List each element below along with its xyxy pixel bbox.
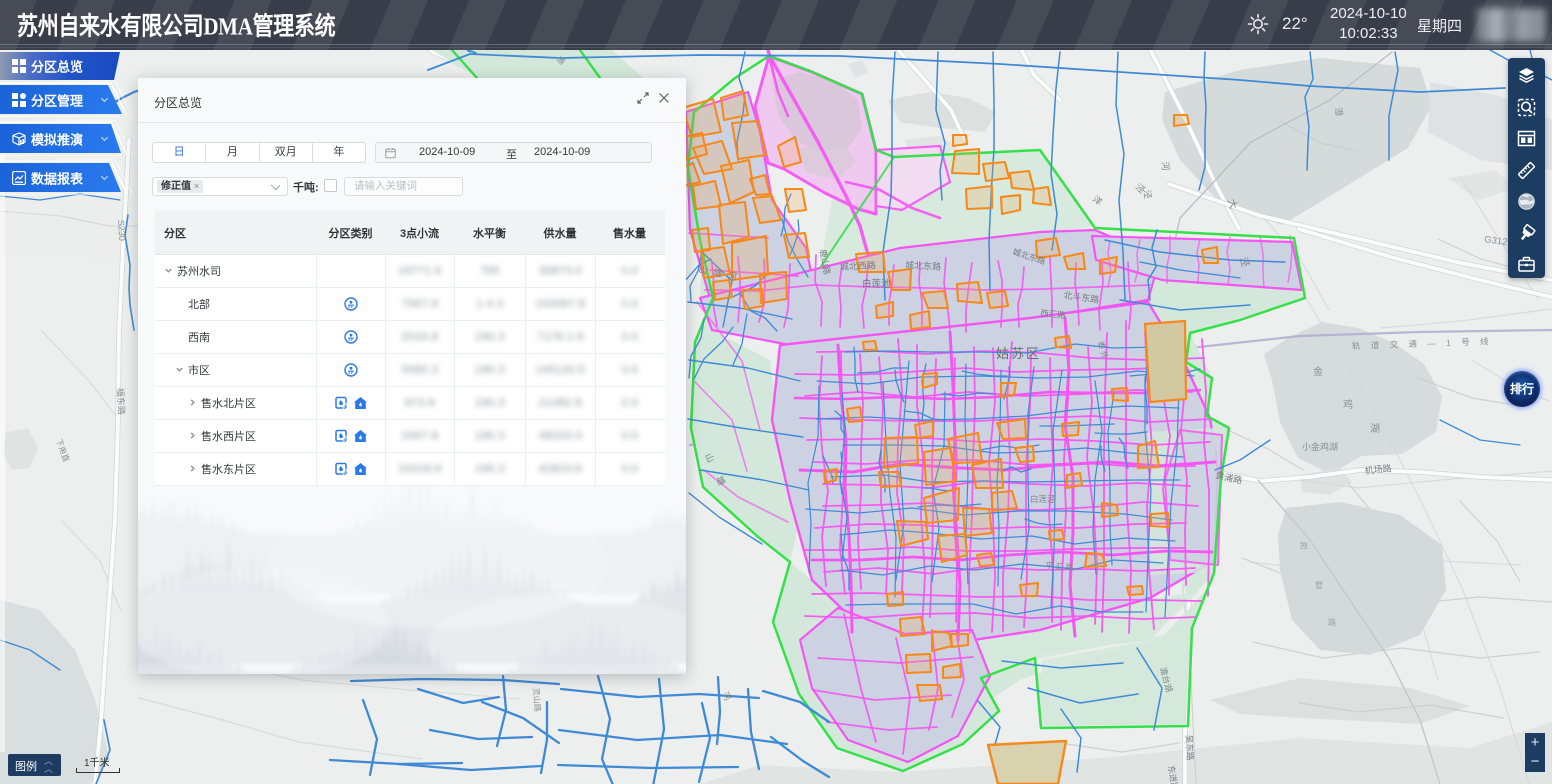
svg-text:G312: G312: [1484, 234, 1509, 248]
svg-text:小金鸡湖: 小金鸡湖: [1302, 441, 1338, 452]
svg-text:泾: 泾: [1142, 189, 1154, 199]
svg-text:灵山路: 灵山路: [531, 687, 543, 712]
svg-text:独: 独: [1300, 540, 1308, 550]
svg-text:吴东路: 吴东路: [1184, 735, 1195, 761]
svg-text:下甪直: 下甪直: [54, 437, 72, 463]
svg-text:城北西路: 城北西路: [840, 259, 877, 272]
svg-text:机场路: 机场路: [1364, 462, 1392, 476]
svg-text:路: 路: [1328, 617, 1336, 627]
svg-text:湖: 湖: [1370, 423, 1380, 435]
svg-text:姑苏区: 姑苏区: [996, 346, 1041, 361]
svg-text:白莲泾: 白莲泾: [1030, 494, 1056, 504]
svg-text:金: 金: [1313, 365, 1323, 378]
svg-text:墅: 墅: [1315, 580, 1323, 590]
svg-text:S230: S230: [116, 220, 127, 242]
svg-text:福东路: 福东路: [115, 388, 127, 416]
svg-text:鸡: 鸡: [1343, 398, 1353, 411]
svg-text:河: 河: [1160, 161, 1172, 171]
svg-text:河: 河: [720, 690, 733, 703]
svg-text:城北东路: 城北东路: [905, 259, 942, 272]
svg-text:洋: 洋: [1091, 193, 1105, 207]
svg-text:澄: 澄: [1333, 106, 1345, 117]
svg-text:白莲池: 白莲池: [862, 278, 891, 290]
